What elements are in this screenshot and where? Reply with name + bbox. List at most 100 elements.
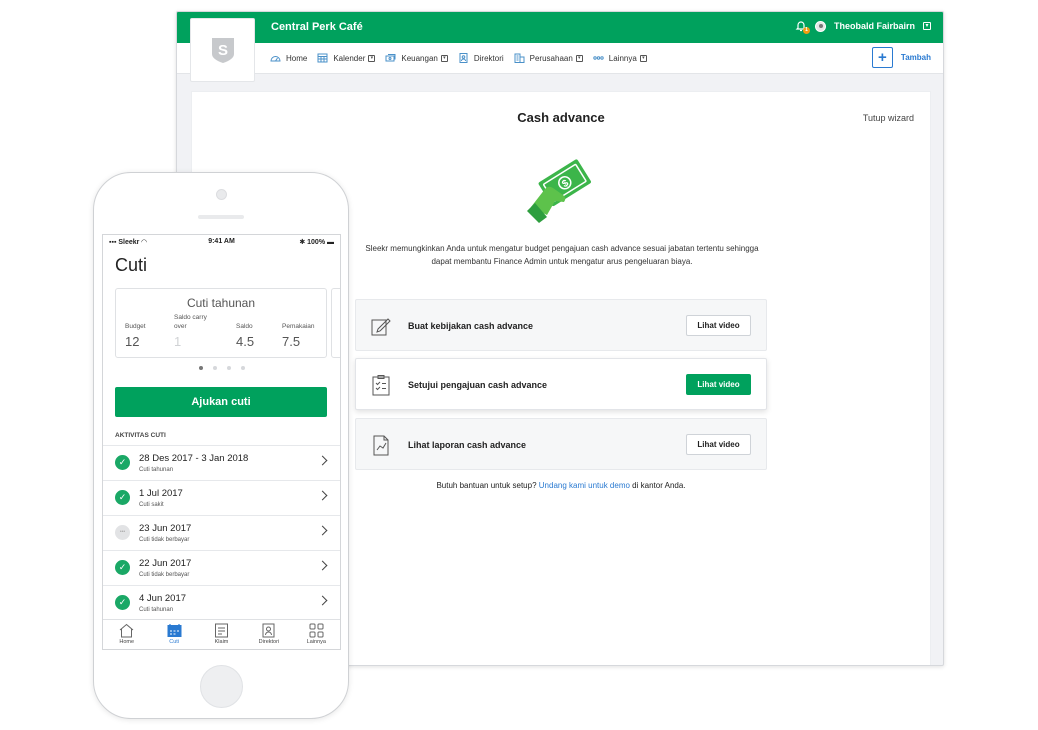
stat-value: 12 — [125, 334, 140, 349]
phone-home-button[interactable] — [200, 665, 243, 708]
item-title: 22 Jun 2017 — [139, 558, 192, 569]
edit-icon — [370, 315, 392, 337]
close-wizard-link[interactable]: Tutup wizard — [863, 113, 914, 123]
chevron-down-icon[interactable]: ▾ — [923, 22, 931, 30]
phone-camera — [216, 189, 227, 200]
list-item[interactable]: ✓ 28 Des 2017 - 3 Jan 2018 Cuti tahunan — [103, 445, 340, 480]
help-prefix: Butuh bantuan untuk setup? — [436, 481, 537, 490]
cash-hand-icon: $ — [527, 159, 591, 223]
contact-icon — [260, 623, 277, 638]
list-item[interactable]: ✓ 4 Jun 2017 Cuti tahunan — [103, 585, 340, 620]
section-label: AKTIVITAS CUTI — [115, 432, 166, 439]
wizard-description: Sleekr memungkinkan Anda untuk mengatur … — [365, 244, 759, 266]
battery-label: ✱ 100% ▬ — [299, 239, 334, 246]
nav-label: Direktori — [473, 53, 504, 63]
main-nav: S Home Kalender ▾ Keuangan ▾ Direktori P… — [177, 18, 943, 82]
nav-item-lainnya[interactable]: Lainnya ▾ — [593, 53, 647, 63]
user-name[interactable]: Theobald Fairbairn — [834, 21, 915, 31]
list-item[interactable]: ••• 23 Jun 2017 Cuti tidak berbayar — [103, 515, 340, 550]
option-view-report[interactable]: Lihat laporan cash advance Lihat video — [355, 418, 767, 470]
directory-icon — [458, 53, 469, 63]
nav-item-keuangan[interactable]: Keuangan ▾ — [385, 53, 448, 63]
stat-carry-over: Saldo carry over 1 — [174, 313, 218, 349]
check-icon: ✓ — [115, 490, 130, 505]
nav-item-direktori[interactable]: Direktori — [458, 53, 504, 63]
add-label[interactable]: Tambah — [901, 53, 931, 62]
stat-label: Saldo carry over — [174, 314, 207, 330]
nav-label: Lainnya — [608, 53, 637, 63]
receipt-icon — [213, 623, 230, 638]
page-dot[interactable] — [198, 366, 203, 370]
money-icon — [385, 53, 396, 63]
chevron-down-icon[interactable]: ▾ — [440, 54, 448, 62]
tab-direktori[interactable]: Direktori — [245, 620, 292, 649]
option-approve-request[interactable]: Setujui pengajuan cash advance Lihat vid… — [355, 358, 767, 410]
report-icon — [370, 434, 392, 456]
chevron-right-icon — [317, 490, 328, 501]
page-title: Cash advance — [517, 110, 605, 125]
demo-link[interactable]: Undang kami untuk demo — [539, 481, 630, 490]
tab-lainnya[interactable]: Lainnya — [293, 620, 340, 649]
nav-label: Home — [286, 53, 308, 63]
page-dot[interactable] — [226, 366, 231, 370]
more-icon — [593, 53, 604, 63]
option-label: Buat kebijakan cash advance — [408, 321, 534, 331]
plus-icon[interactable]: + — [871, 47, 893, 68]
screen-title: Cuti — [115, 255, 148, 275]
chevron-down-icon[interactable]: ▾ — [575, 54, 583, 62]
list-item[interactable]: ✓ 1 Jul 2017 Cuti sakit — [103, 480, 340, 515]
page-dot[interactable] — [212, 366, 217, 370]
tab-bar: Home Cuti Klaim Direktori Lainnya — [103, 619, 340, 649]
check-icon: ✓ — [115, 455, 130, 470]
check-icon: ✓ — [115, 595, 130, 610]
chevron-down-icon[interactable]: ▾ — [368, 54, 376, 62]
check-icon: ✓ — [115, 560, 130, 575]
list-item[interactable]: ✓ 22 Jun 2017 Cuti tidak berbayar — [103, 550, 340, 585]
watch-video-button[interactable]: Lihat video — [686, 434, 751, 455]
item-title: 23 Jun 2017 — [139, 523, 192, 534]
item-title: 1 Jul 2017 — [139, 488, 183, 499]
app-title: Central Perk Café — [271, 21, 363, 33]
stat-value: 7.5 — [282, 334, 301, 349]
item-subtitle: Cuti sakit — [139, 502, 164, 508]
tab-klaim[interactable]: Klaim — [198, 620, 245, 649]
nav-item-home[interactable]: Home — [270, 53, 307, 63]
phone-device: ▪▪▪ Sleekr ◠ 9:41 AM ✱ 100% ▬ Cuti Cuti … — [93, 172, 349, 719]
option-create-policy[interactable]: Buat kebijakan cash advance Lihat video — [355, 299, 767, 351]
shield-logo-icon: S — [211, 38, 234, 63]
chevron-right-icon — [317, 455, 328, 466]
status-bar: ▪▪▪ Sleekr ◠ 9:41 AM ✱ 100% ▬ — [103, 235, 340, 248]
item-title: 28 Des 2017 - 3 Jan 2018 — [139, 453, 249, 464]
tab-label: Lainnya — [306, 639, 326, 645]
nav-item-kalender[interactable]: Kalender ▾ — [317, 53, 376, 63]
chevron-down-icon[interactable]: ▾ — [639, 54, 647, 62]
item-subtitle: Cuti tahunan — [139, 607, 174, 613]
option-label: Setujui pengajuan cash advance — [408, 380, 548, 390]
nav-label: Perusahaan — [529, 53, 573, 63]
chevron-right-icon — [317, 525, 328, 536]
leave-activity-list: ✓ 28 Des 2017 - 3 Jan 2018 Cuti tahunan … — [103, 445, 340, 620]
avatar[interactable] — [814, 20, 826, 32]
nav-item-perusahaan[interactable]: Perusahaan ▾ — [514, 53, 583, 63]
add-button[interactable]: + Tambah — [871, 47, 931, 68]
leave-balance-card[interactable]: Cuti tahunan Budget 12 Saldo carry over … — [115, 288, 327, 358]
tab-home[interactable]: Home — [103, 620, 150, 649]
next-card-peek[interactable] — [331, 288, 340, 358]
bell-icon[interactable]: 1 — [795, 20, 810, 34]
item-subtitle: Cuti tidak berbayar — [139, 537, 190, 543]
company-logo: S — [190, 18, 255, 82]
tab-cuti[interactable]: Cuti — [150, 620, 197, 649]
tab-label: Home — [119, 639, 135, 645]
stat-value: 1 — [174, 334, 182, 349]
page-dot[interactable] — [240, 366, 245, 370]
item-subtitle: Cuti tahunan — [139, 467, 174, 473]
apply-leave-button[interactable]: Ajukan cuti — [115, 387, 327, 417]
calendar-icon — [166, 623, 183, 638]
watch-video-button[interactable]: Lihat video — [686, 374, 751, 395]
tab-label: Cuti — [169, 639, 179, 645]
watch-video-button[interactable]: Lihat video — [686, 315, 751, 336]
notification-badge: 1 — [802, 27, 810, 34]
stat-label: Pemakaian — [282, 323, 315, 330]
tab-label: Klaim — [214, 639, 229, 645]
nav-label: Kalender — [333, 53, 366, 63]
